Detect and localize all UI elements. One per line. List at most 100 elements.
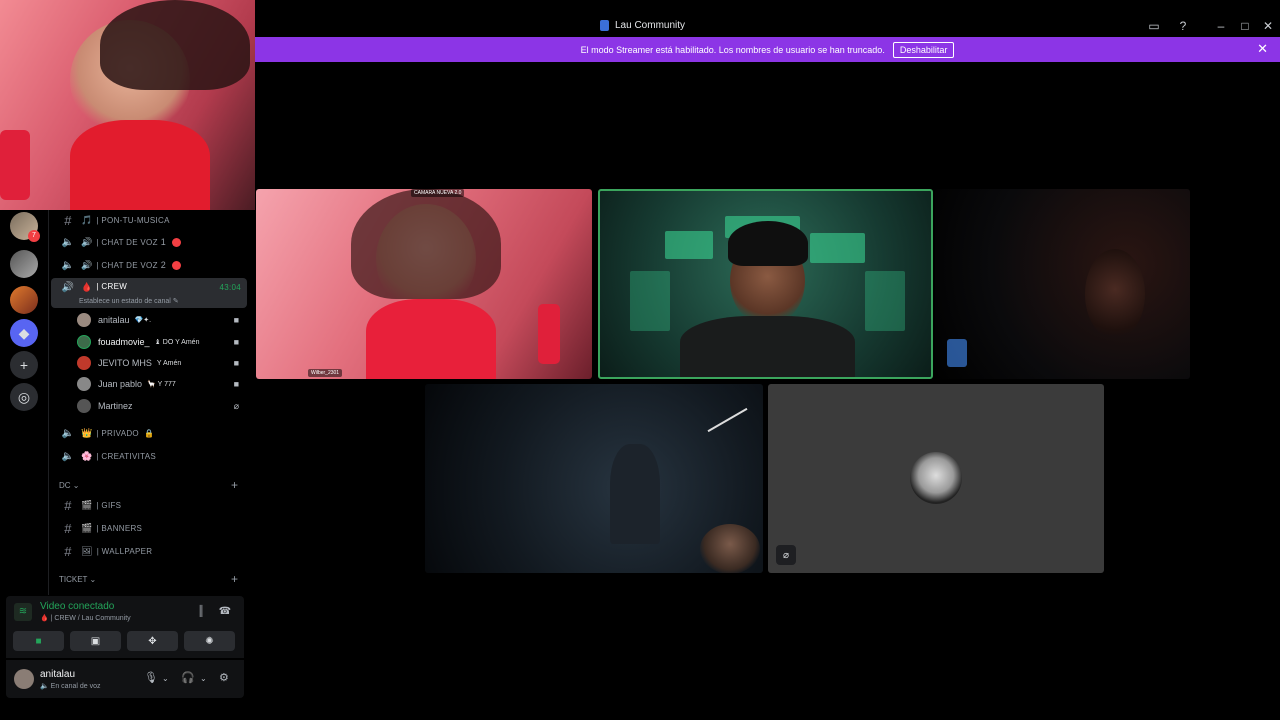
soundboard-button[interactable]: ✺ (184, 631, 235, 651)
voice-status: Video conectado (40, 601, 115, 612)
voice-user-jevito[interactable]: JEVITO MHS Y Amén ■ (77, 353, 243, 373)
video-tile-avatar-only[interactable]: ⌀ (768, 384, 1104, 573)
background-monitor (810, 233, 865, 263)
add-server-icon[interactable]: + (10, 351, 38, 379)
explore-icon[interactable]: ◎ (10, 383, 38, 411)
activities-button[interactable]: ✥ (127, 631, 178, 651)
server-lau-community[interactable] (10, 286, 38, 314)
server-folder-2[interactable] (10, 250, 38, 278)
category-dc[interactable]: DC ⌄ (59, 481, 80, 490)
channel-label: | PRIVADO (96, 428, 139, 438)
music-icon: 🎵 (81, 214, 93, 225)
camera-button[interactable]: ■ (13, 631, 64, 651)
participant-shirt (366, 299, 496, 379)
video-tile-bedroom[interactable] (425, 384, 763, 573)
background-monitor (665, 231, 713, 259)
headphones-icon[interactable]: 🎧 (181, 671, 195, 684)
speaker-icon: 🔊 (81, 259, 93, 270)
participant-face (1085, 249, 1145, 339)
video-icon: ■ (233, 315, 239, 325)
video-tile-anitalau[interactable]: CAMARA NUEVA 2.0 Wilber_2301 (256, 189, 592, 379)
channel-sidebar: # 🎵 | PON-TU-MUSICA 🔈 🔊 | CHAT DE VOZ 1 … (48, 210, 250, 595)
channel-label: | CHAT DE VOZ (96, 237, 158, 247)
channel-number: 2 (160, 260, 167, 270)
screen-share-button[interactable]: ▣ (70, 631, 121, 651)
maximize-button[interactable]: □ (1238, 19, 1252, 33)
close-banner-icon[interactable]: ✕ (1257, 41, 1268, 57)
video-icon: ■ (233, 379, 239, 389)
channel-pon-tu-musica[interactable]: # 🎵 | PON-TU-MUSICA (51, 210, 247, 230)
settings-gear-icon[interactable]: ⚙ (219, 671, 229, 684)
voice-user-martinez[interactable]: Martinez ⌀ (77, 396, 243, 416)
channel-creativitas[interactable]: 🔈 🌸 | CREATIVITAS (51, 446, 247, 466)
connection-signal-icon: ≋ (14, 603, 32, 621)
channel-label: | CREATIVITAS (96, 451, 156, 461)
background-monitor (630, 271, 670, 331)
voice-user-anitalau[interactable]: anitalau 💎✦. ■ (77, 310, 243, 330)
muted-icon: ⌀ (776, 545, 796, 565)
streamer-mode-banner: El modo Streamer está habilitado. Los no… (255, 37, 1280, 62)
add-channel-icon[interactable]: + (231, 572, 238, 586)
voice-timer: 43:04 (219, 283, 241, 292)
tumbler (538, 304, 560, 364)
video-tile-dark-room[interactable] (935, 189, 1190, 379)
discover-icon[interactable]: ◆ (10, 319, 38, 347)
clapper-icon: 🎬 (81, 522, 93, 533)
blue-light (947, 339, 967, 367)
voice-user-fouadmovie[interactable]: fouadmovie_ ♝ DO Y Amén ■ (77, 332, 243, 352)
mic-options-chevron-icon[interactable]: ⌄ (162, 674, 169, 683)
channel-chat-de-voz-1[interactable]: 🔈 🔊 | CHAT DE VOZ 1 (51, 232, 247, 252)
microphone-icon[interactable]: 🎙 (144, 671, 158, 684)
voice-active-icon: 🔊 (61, 282, 75, 293)
channel-label: | CHAT DE VOZ (96, 260, 158, 270)
user-name: Martinez (98, 401, 133, 411)
camera-label: CAMARA NUEVA 2.0 (411, 189, 465, 197)
channel-gifs[interactable]: # 🎬 | GIFS (51, 495, 247, 515)
video-icon: ■ (233, 337, 239, 347)
streamer-shirt (70, 120, 210, 210)
category-label: TICKET (59, 575, 88, 584)
server-logo-icon (600, 20, 609, 31)
video-tile-speaking[interactable] (598, 189, 933, 379)
channel-label: | CREW (96, 282, 128, 291)
voice-channel-name[interactable]: 🩸 | CREW / Lau Community (40, 614, 131, 622)
notification-badge: 7 (28, 230, 40, 242)
close-window-button[interactable]: ✕ (1261, 19, 1275, 33)
channel-number: 1 (160, 237, 167, 247)
inbox-icon[interactable]: ▭ (1147, 19, 1161, 33)
live-status-icon (172, 260, 182, 270)
user-badge: 💎✦. (134, 317, 152, 324)
disable-streamer-button[interactable]: Deshabilitar (892, 41, 955, 58)
light-streak (707, 407, 748, 433)
noise-suppression-icon[interactable]: ║ (192, 603, 210, 621)
voice-channel-icon: 🔈 (61, 427, 75, 439)
background-monitor (865, 271, 905, 331)
voice-user-juan-pablo[interactable]: Juan pablo 🦙 Y 777 ■ (77, 374, 243, 394)
muted-icon: ⌀ (233, 400, 239, 411)
minimize-button[interactable]: – (1214, 19, 1228, 33)
avatar[interactable] (14, 669, 34, 689)
disconnect-icon[interactable]: ☎ (216, 603, 234, 621)
channel-status-placeholder[interactable]: Establece un estado de canal ✎ (79, 297, 179, 305)
crown-icon: 👑 (81, 427, 93, 438)
channel-chat-de-voz-2[interactable]: 🔈 🔊 | CHAT DE VOZ 2 (51, 255, 247, 275)
participant-avatar (910, 452, 962, 504)
channel-privado[interactable]: 🔈 👑 | PRIVADO 🔒 (51, 423, 247, 443)
audio-options-chevron-icon[interactable]: ⌄ (200, 674, 207, 683)
category-ticket[interactable]: TICKET ⌄ (59, 575, 96, 584)
avatar (77, 313, 91, 327)
user-status-text: En canal de voz (50, 683, 101, 690)
avatar (77, 399, 91, 413)
channel-wallpaper[interactable]: # 🖼 | WALLPAPER (51, 541, 247, 561)
add-channel-icon[interactable]: + (231, 478, 238, 492)
text-channel-icon: # (64, 497, 72, 513)
tumbler (0, 130, 30, 200)
channel-banners[interactable]: # 🎬 | BANNERS (51, 518, 247, 538)
category-label: DC (59, 481, 71, 490)
user-badge: ♝ DO Y Amén (154, 339, 200, 346)
user-name: fouadmovie_ (98, 337, 150, 347)
help-icon[interactable]: ? (1176, 19, 1190, 33)
voice-status-icon: 🔈 (40, 683, 51, 690)
camera-sublabel: Wilber_2301 (308, 369, 343, 377)
avatar (77, 377, 91, 391)
